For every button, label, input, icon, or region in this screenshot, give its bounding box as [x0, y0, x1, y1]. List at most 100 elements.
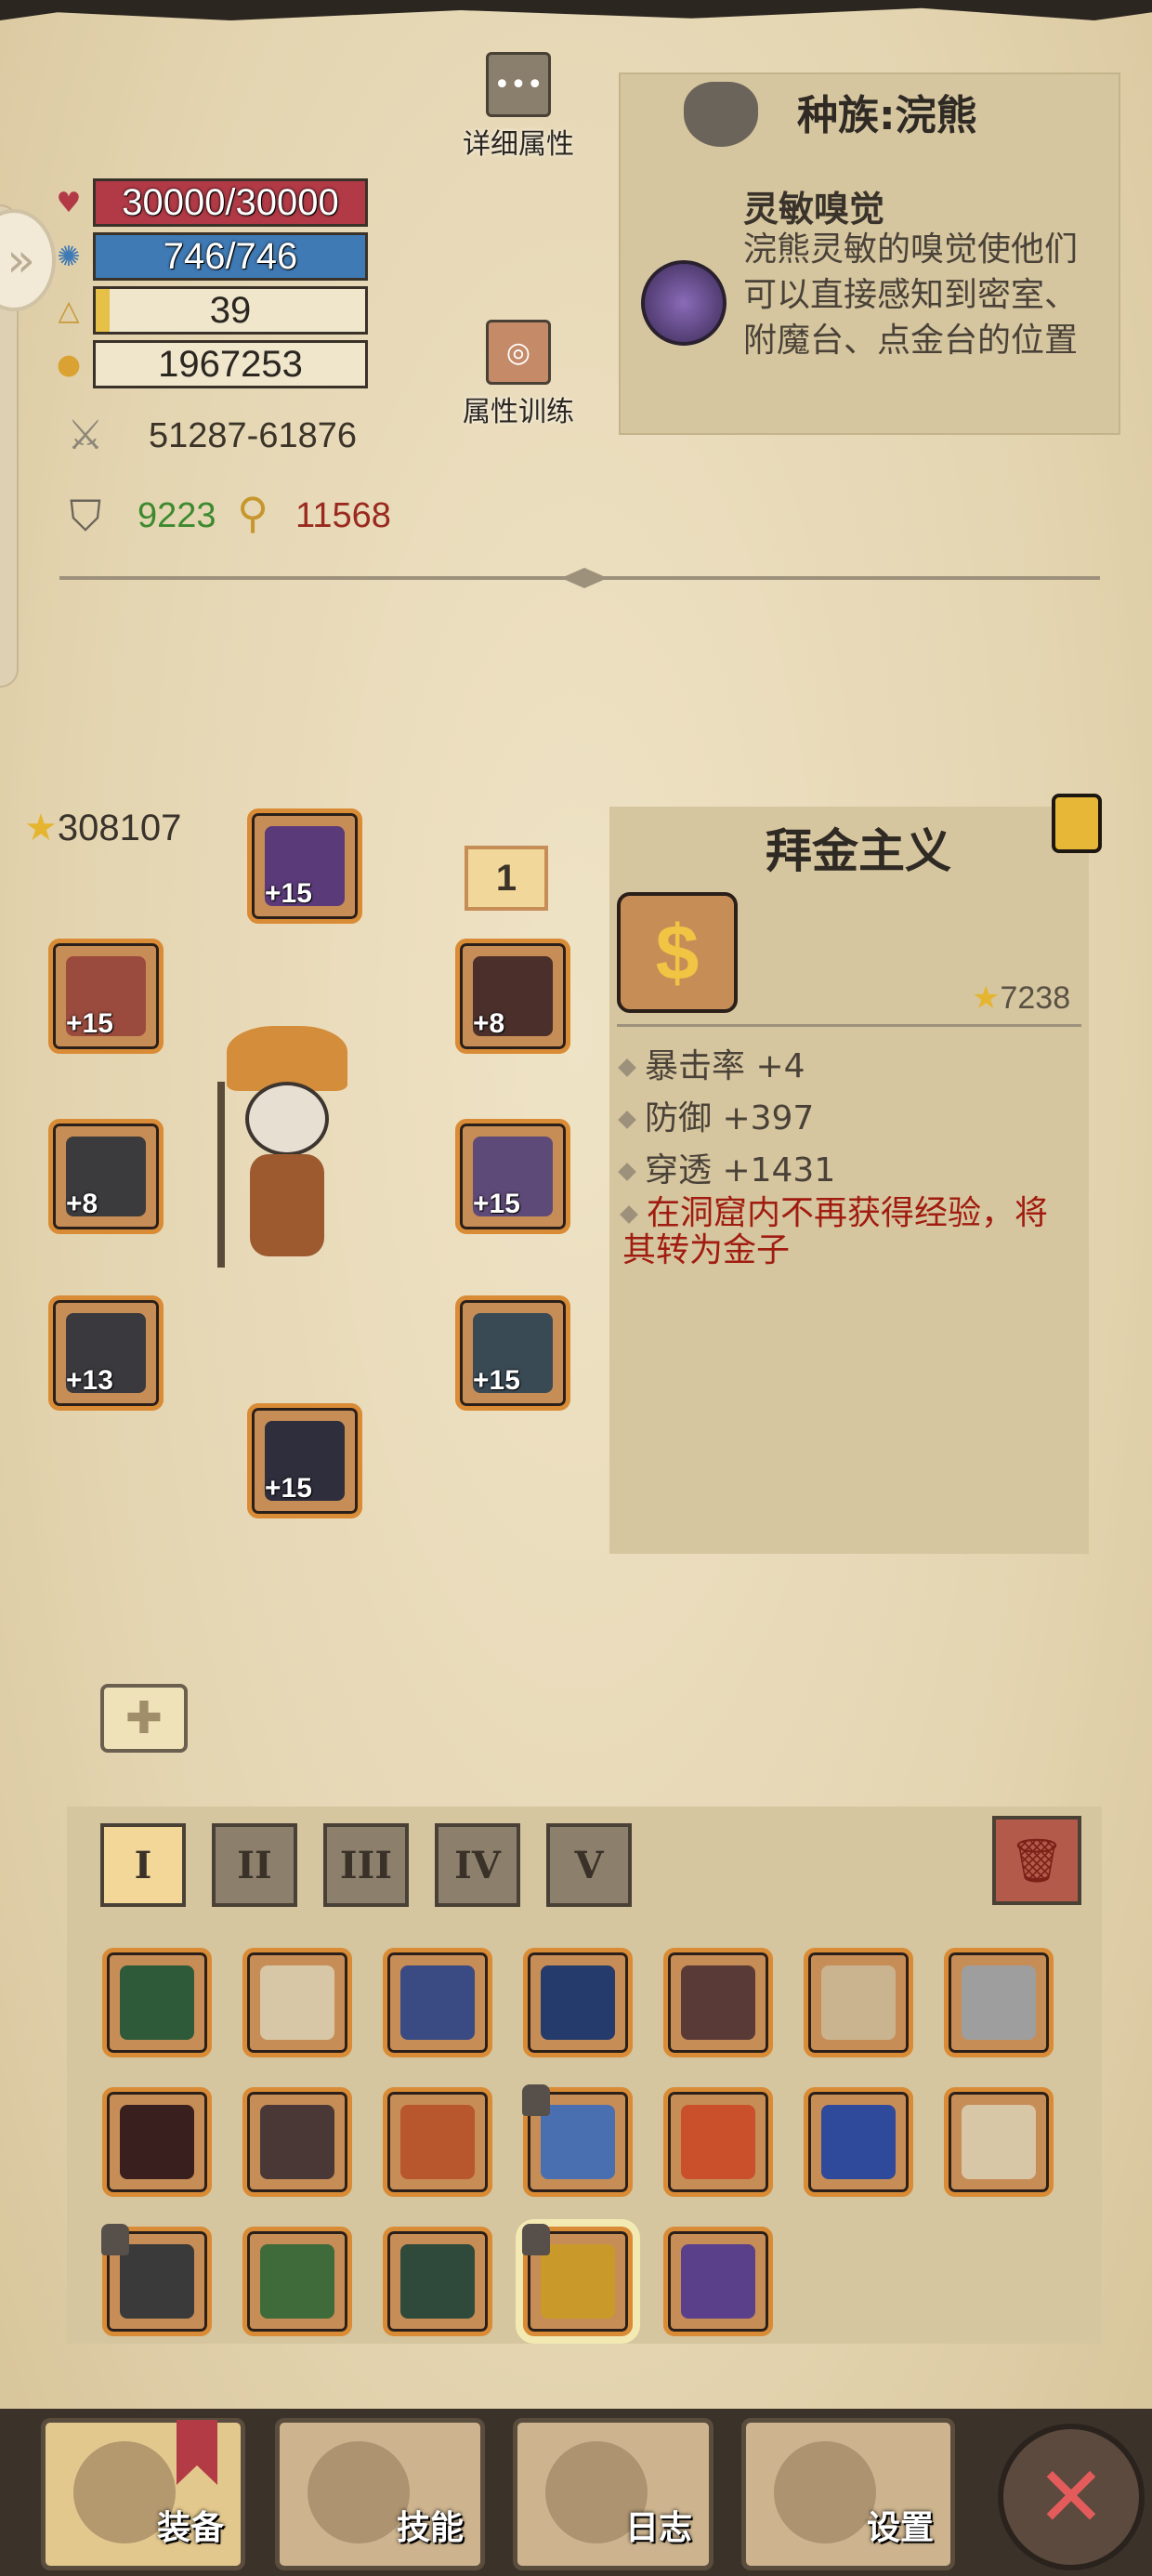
enhance-level: +13 — [66, 1365, 113, 1396]
equip-slot-right-bottom[interactable]: +15 — [455, 1295, 570, 1411]
raccoon-hero-figure — [199, 1026, 375, 1277]
detail-attributes-button[interactable]: ••• 详细属性 — [463, 52, 574, 162]
inventory-item-art — [400, 1965, 475, 2040]
equip-slot-left-bottom[interactable]: +13 — [48, 1295, 164, 1411]
equip-slot-right-mid[interactable]: +15 — [455, 1119, 570, 1234]
inventory-item-art — [541, 2244, 615, 2319]
inventory-item-art — [962, 2105, 1036, 2179]
item-stat-penetration: 穿透 +1431 — [618, 1143, 835, 1191]
detail-attributes-label: 详细属性 — [463, 128, 574, 161]
hp-value: 30000/30000 — [122, 182, 339, 223]
raccoon-icon — [684, 82, 758, 147]
inventory-item-slot[interactable] — [102, 2087, 212, 2197]
close-icon[interactable]: ✕ — [998, 2424, 1145, 2570]
inventory-item-art — [260, 2105, 334, 2179]
inventory-item-slot[interactable] — [663, 2087, 773, 2197]
gold-bar: 1967253 — [93, 340, 368, 388]
inventory-item-slot[interactable] — [804, 2087, 913, 2197]
inventory-item-slot[interactable] — [663, 1948, 773, 2057]
inventory-item-slot[interactable] — [383, 2227, 492, 2336]
nav-settings-label: 设置 — [866, 2509, 934, 2547]
inventory-tab-1[interactable]: I — [100, 1823, 186, 1907]
hero-head — [245, 1082, 329, 1156]
race-skill-description: 浣熊灵敏的嗅觉使他们可以直接感知到密室、附魔台、点金台的位置 — [743, 230, 1079, 360]
bullet-icon — [618, 1163, 636, 1181]
bullet-icon — [618, 1058, 636, 1077]
more-dots-icon: ••• — [486, 52, 551, 117]
inventory-item-slot[interactable] — [523, 1948, 633, 2057]
inventory-item-slot[interactable] — [804, 1948, 913, 2057]
inventory-item-slot[interactable] — [663, 2227, 773, 2336]
inventory-item-slot[interactable] — [522, 2084, 633, 2197]
inventory-item-slot[interactable] — [242, 2227, 352, 2336]
attribute-training-button[interactable]: ◎ 属性训练 — [463, 320, 574, 429]
race-title: 种族:浣熊 — [797, 92, 977, 139]
inventory-item-slot[interactable] — [102, 1948, 212, 2057]
trash-icon[interactable]: 🗑 — [992, 1816, 1081, 1905]
inventory-item-art — [120, 2244, 194, 2319]
star-icon: ★ — [24, 808, 58, 848]
inventory-tab-5[interactable]: V — [546, 1823, 632, 1907]
inventory-item-slot[interactable] — [101, 2224, 212, 2336]
bullet-icon — [618, 1111, 636, 1129]
item-score: ★7238 — [972, 979, 1070, 1017]
gold-value: 1967253 — [158, 344, 303, 385]
heart-icon: ♥ — [56, 186, 82, 219]
inventory-item-slot[interactable] — [944, 2087, 1054, 2197]
inventory-item-slot[interactable] — [242, 1948, 352, 2057]
inventory-item-slot[interactable] — [944, 1948, 1054, 2057]
item-stat-defense: 防御 +397 — [618, 1091, 815, 1139]
equip-slot-boots[interactable]: +15 — [247, 1403, 362, 1518]
gold-key-icon: ⚲ — [237, 488, 268, 538]
inventory-item-art — [120, 1965, 194, 2040]
defense-value: 9223 — [137, 496, 216, 535]
inventory-item-art — [541, 1965, 615, 2040]
nav-skills-button[interactable]: 技能 — [275, 2418, 485, 2570]
shield-icon: ⛉ — [69, 491, 102, 541]
item-score-value: 7238 — [1000, 980, 1071, 1016]
character-score-value: 308107 — [57, 808, 182, 848]
enhance-level: +8 — [66, 1189, 98, 1219]
equipment-tier-badge[interactable]: 1 — [465, 846, 548, 911]
attack-value: 51287-61876 — [149, 416, 357, 455]
level-bar: 39 — [93, 286, 368, 335]
triangle-icon: △ — [58, 294, 80, 327]
inventory-item-slot[interactable] — [242, 2087, 352, 2197]
enhance-level: +15 — [265, 878, 312, 909]
enhance-level: +15 — [66, 1008, 113, 1039]
target-icon: ◎ — [486, 320, 551, 385]
equip-slot-helmet[interactable]: +15 — [247, 808, 362, 924]
crossed-swords-icon: ⚔ — [67, 411, 104, 459]
hp-row: ♥ 30000/30000 — [52, 178, 368, 227]
star-icon: ★ — [972, 980, 1001, 1016]
nav-settings-button[interactable]: 设置 — [741, 2418, 955, 2570]
inventory-tab-2[interactable]: II — [212, 1823, 297, 1907]
enhance-level: +15 — [473, 1189, 520, 1219]
item-lock-icon — [101, 2224, 129, 2255]
nav-log-button[interactable]: 日志 — [513, 2418, 713, 2570]
hero-body — [250, 1154, 324, 1256]
inventory-item-art — [681, 2244, 755, 2319]
inventory-tab-3[interactable]: III — [323, 1823, 409, 1907]
inventory-item-slot[interactable] — [383, 1948, 492, 2057]
mana-bar: 746/746 — [93, 232, 368, 281]
equip-slot-left-mid[interactable]: +8 — [48, 1119, 164, 1234]
item-stat-text: 防御 +397 — [645, 1099, 815, 1137]
level-row: △ 39 — [52, 286, 368, 335]
attribute-training-label: 属性训练 — [463, 396, 574, 428]
item-lock-icon — [522, 2084, 550, 2116]
settings-gear-icon — [774, 2441, 876, 2543]
add-slot-button[interactable]: ✚ — [100, 1684, 188, 1753]
item-stat-crit: 暴击率 +4 — [618, 1039, 805, 1087]
equip-slot-right-top[interactable]: +8 — [455, 939, 570, 1054]
item-special-effect: 在洞窟内不再获得经验，将其转为金子 — [620, 1195, 1068, 1269]
inventory-tab-4[interactable]: IV — [435, 1823, 520, 1907]
inventory-item-slot[interactable] — [522, 2224, 633, 2336]
equip-slot-left-top[interactable]: +15 — [48, 939, 164, 1054]
item-title: 拜金主义 — [766, 824, 951, 878]
inventory-item-art — [400, 2244, 475, 2319]
penetration-value: 11568 — [295, 496, 391, 535]
inventory-item-slot[interactable] — [383, 2087, 492, 2197]
lock-icon[interactable] — [1052, 794, 1102, 853]
nav-equip-label: 装备 — [156, 2509, 224, 2547]
